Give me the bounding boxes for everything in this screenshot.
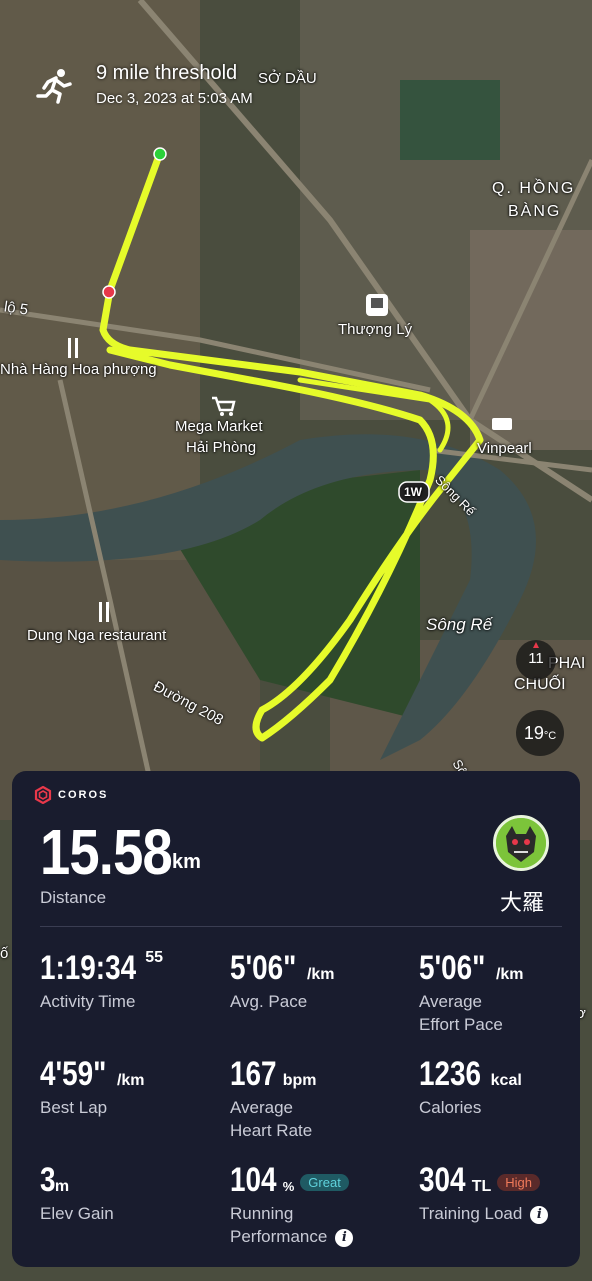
temperature-unit: °C <box>543 730 557 742</box>
calories-label: Calories <box>419 1098 482 1117</box>
best-lap-unit: /km <box>116 1072 145 1089</box>
coros-logo: COROS <box>34 785 108 805</box>
road-shield-label: 1W <box>404 485 422 499</box>
avg-hr-unit: bpm <box>282 1072 317 1089</box>
stat-avg-heart-rate: 167 bpm Average Heart Rate <box>230 1055 317 1142</box>
avg-effort-pace-value: 5'06" <box>419 949 486 987</box>
map-label-edge: ố <box>0 945 9 962</box>
training-load-unit: TL <box>471 1178 492 1195</box>
avg-pace-label: Avg. Pace <box>230 992 308 1011</box>
info-icon[interactable]: i <box>335 1228 354 1247</box>
activity-summary-card[interactable]: COROS 15.58 km Distance 大羅 1:19:34 55 Act… <box>12 771 580 1267</box>
distance-label: Distance <box>40 888 107 907</box>
stat-calories: 1236 kcal Calories <box>419 1055 522 1119</box>
map-label-song-re: Sông Rế <box>426 615 493 634</box>
temperature-value: 19 <box>523 723 544 743</box>
compass-button[interactable]: 11 <box>516 640 556 680</box>
end-marker <box>102 285 116 299</box>
map-label-nha-hang: Nhà Hàng Hoa phượng <box>0 361 157 378</box>
stat-activity-time: 1:19:34 55 Activity Time <box>40 949 163 1013</box>
stat-avg-pace: 5'06" /km Avg. Pace <box>230 949 335 1013</box>
train-station-icon <box>366 294 388 316</box>
avg-effort-pace-label: Average <box>419 992 483 1011</box>
coros-logo-icon <box>34 786 52 804</box>
status-badge: High <box>497 1174 541 1192</box>
calories-unit: kcal <box>490 1072 522 1089</box>
training-load-value: 304 <box>419 1161 466 1199</box>
divider <box>40 926 562 927</box>
avatar-image <box>496 818 546 868</box>
avg-effort-pace-unit: /km <box>495 966 524 983</box>
map-label-q-hong-bang: BÀNG <box>508 203 562 220</box>
avg-hr-value: 167 <box>230 1055 277 1093</box>
best-lap-value: 4'59" <box>40 1055 107 1093</box>
map-label-q-hong-bang: Q. HỒNG <box>492 180 576 197</box>
stat-avg-effort-pace: 5'06" /km Average Effort Pace <box>419 949 524 1036</box>
running-perf-unit: % <box>282 1179 295 1194</box>
start-marker <box>153 147 167 161</box>
running-perf-label: Performance <box>230 1227 328 1246</box>
activity-time-value: 1:19:34 <box>40 949 137 987</box>
avg-hr-label: Heart Rate <box>230 1121 313 1140</box>
avg-pace-value: 5'06" <box>230 949 297 987</box>
map-label-lo5: lộ 5 <box>2 298 30 319</box>
stat-training-load: 304 TL High Training Load i <box>419 1161 549 1225</box>
elev-gain-value: 3 <box>40 1161 56 1199</box>
avg-hr-label: Average <box>230 1098 294 1117</box>
running-perf-value: 104 <box>230 1161 277 1199</box>
hotel-icon <box>492 418 512 430</box>
avg-effort-pace-label: Effort Pace <box>419 1015 503 1034</box>
activity-time-label: Activity Time <box>40 992 136 1011</box>
compass-value: 11 <box>528 650 544 667</box>
info-icon[interactable]: i <box>530 1205 549 1224</box>
map-label-so-dau: SỞ DẦU <box>258 70 317 87</box>
activity-date: Dec 3, 2023 at 5:03 AM <box>96 90 253 107</box>
user-name: 大羅 <box>500 890 545 915</box>
training-load-label: Training Load <box>419 1204 523 1223</box>
stat-elev-gain: 3m Elev Gain <box>40 1161 114 1225</box>
avg-pace-unit: /km <box>306 966 335 983</box>
distance-unit: km <box>172 851 201 873</box>
temperature-badge: 19°C <box>516 710 564 756</box>
map-label-mega-market: Hải Phòng <box>186 439 257 456</box>
activity-title: 9 mile threshold <box>96 62 238 84</box>
brand-name: COROS <box>58 789 109 801</box>
calories-value: 1236 <box>419 1055 482 1093</box>
elev-gain-unit: m <box>54 1178 70 1195</box>
best-lap-label: Best Lap <box>40 1098 108 1117</box>
activity-time-hundredths: 55 <box>145 949 163 966</box>
distance-value: 15.58 <box>40 816 173 888</box>
map-label-thuong-ly: Thượng Lý <box>338 321 413 338</box>
running-perf-label: Running <box>230 1204 294 1223</box>
map-label-dung-nga: Dung Nga restaurant <box>27 627 167 644</box>
elev-gain-label: Elev Gain <box>40 1204 114 1223</box>
map-label-mega-market: Mega Market <box>175 418 263 435</box>
avatar[interactable] <box>493 815 549 871</box>
map-label-vinpearl: Vinpearl <box>477 440 532 457</box>
status-badge: Great <box>300 1174 349 1192</box>
stat-running-performance: 104% Great Running Performance i <box>230 1161 354 1248</box>
stat-best-lap: 4'59" /km Best Lap <box>40 1055 145 1119</box>
running-person-icon <box>36 69 72 104</box>
